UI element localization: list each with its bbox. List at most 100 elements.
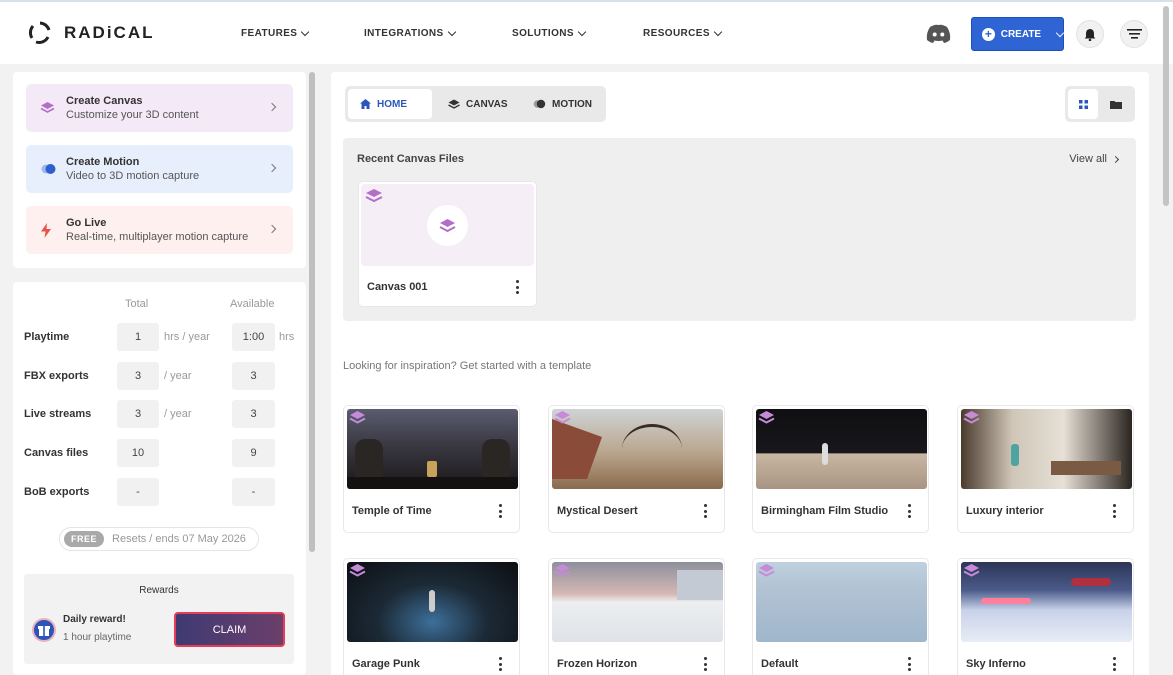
quick-actions-card: Create Canvas Customize your 3D content … (13, 72, 306, 268)
reset-text: Resets / ends 07 May 2026 (112, 533, 246, 545)
chevron-right-icon (1111, 155, 1120, 163)
layers-icon (40, 102, 55, 113)
kebab-menu-icon[interactable] (515, 280, 519, 294)
section-tabs: HOME CANVAS MOTION (345, 86, 606, 122)
template-thumbnail (961, 562, 1132, 642)
quota-unit: / year (164, 408, 192, 420)
tab-home[interactable]: HOME (348, 89, 432, 119)
kebab-menu-icon[interactable] (498, 657, 502, 671)
chevron-down-icon (301, 27, 310, 37)
template-card[interactable]: Garage Punk (343, 558, 520, 675)
canvas-thumbnail (361, 184, 534, 266)
nav-solutions[interactable]: SOLUTIONS (512, 27, 587, 39)
discord-icon[interactable] (926, 24, 951, 43)
quota-available-value: 1:00 (232, 323, 275, 351)
nav-features[interactable]: FEATURES (241, 27, 310, 39)
create-button-label: CREATE (1000, 28, 1042, 40)
recent-title: Recent Canvas Files (357, 153, 464, 165)
quota-total-value: 3 (117, 400, 159, 428)
kebab-menu-icon[interactable] (907, 504, 911, 518)
template-thumbnail (961, 409, 1132, 489)
template-name: Temple of Time (352, 505, 432, 517)
quota-label: Playtime (24, 331, 70, 343)
template-card[interactable]: Sky Inferno (957, 558, 1134, 675)
quota-label: FBX exports (24, 370, 89, 382)
plan-tag: FREE (64, 531, 105, 547)
go-live-action[interactable]: Go Live Real-time, multiplayer motion ca… (26, 206, 293, 254)
create-motion-action[interactable]: Create Motion Video to 3D motion capture (26, 145, 293, 193)
kebab-menu-icon[interactable] (907, 657, 911, 671)
action-subtitle: Real-time, multiplayer motion capture (66, 231, 249, 243)
quota-label: Canvas files (24, 447, 89, 459)
nav-integrations[interactable]: INTEGRATIONS (364, 27, 456, 39)
template-name: Mystical Desert (557, 505, 638, 517)
template-name: Luxury interior (966, 505, 1044, 517)
action-subtitle: Video to 3D motion capture (66, 170, 200, 182)
quota-total-value: - (117, 478, 159, 506)
tab-canvas[interactable]: CANVAS (436, 89, 519, 119)
action-title: Go Live (66, 217, 107, 229)
brand-name: RADiCAL (64, 23, 155, 42)
folder-icon (1110, 100, 1122, 109)
radical-logo-icon (28, 21, 51, 44)
template-card[interactable]: Temple of Time (343, 405, 520, 533)
template-thumbnail (756, 409, 927, 489)
template-thumbnail (552, 409, 723, 489)
bell-icon (1084, 28, 1096, 41)
notifications-button[interactable] (1076, 20, 1104, 48)
folder-view-button[interactable] (1101, 89, 1131, 119)
chevron-down-icon (1055, 28, 1065, 37)
create-button[interactable]: + CREATE (971, 17, 1065, 51)
layers-icon (963, 411, 980, 424)
kebab-menu-icon[interactable] (703, 504, 707, 518)
quota-total-value: 1 (117, 323, 159, 351)
quota-label: Live streams (24, 408, 92, 420)
chevron-right-icon (267, 102, 277, 112)
template-name: Sky Inferno (966, 658, 1026, 670)
tab-label: CANVAS (466, 98, 508, 110)
quota-available-value: - (232, 478, 275, 506)
gift-icon (32, 618, 56, 642)
template-name: Frozen Horizon (557, 658, 638, 670)
template-card[interactable]: Default (752, 558, 929, 675)
template-card[interactable]: Luxury interior (957, 405, 1134, 533)
lightning-icon (41, 222, 51, 238)
menu-button[interactable] (1120, 20, 1148, 48)
inspiration-text: Looking for inspiration? Get started wit… (343, 360, 592, 372)
template-card[interactable]: Mystical Desert (548, 405, 725, 533)
quota-total-header: Total (125, 298, 149, 310)
template-name: Default (761, 658, 799, 670)
daily-reward-subtitle: 1 hour playtime (63, 632, 132, 643)
quota-available-unit: hrs (279, 331, 295, 343)
grid-view-button[interactable] (1068, 89, 1098, 119)
layers-icon (349, 564, 366, 577)
nav-integrations-label: INTEGRATIONS (364, 28, 444, 39)
canvas-file-card[interactable]: Canvas 001 (358, 181, 537, 307)
chevron-down-icon (447, 27, 456, 37)
view-all-label: View all (1069, 153, 1107, 165)
template-card[interactable]: Birmingham Film Studio (752, 405, 929, 533)
nav-resources-label: RESOURCES (643, 28, 710, 39)
kebab-menu-icon[interactable] (1112, 657, 1116, 671)
quota-available-value: 9 (232, 439, 275, 467)
template-card[interactable]: Frozen Horizon (548, 558, 725, 675)
layers-icon (439, 218, 456, 232)
tab-motion[interactable]: MOTION (521, 89, 604, 119)
nav-resources[interactable]: RESOURCES (643, 27, 723, 39)
view-all-link[interactable]: View all (1069, 153, 1120, 165)
view-toggle (1065, 86, 1135, 122)
quota-available-value: 3 (232, 362, 275, 390)
layers-icon (554, 411, 571, 424)
claim-button[interactable]: CLAIM (174, 612, 285, 647)
kebab-menu-icon[interactable] (703, 657, 707, 671)
sidebar-scrollbar[interactable] (309, 72, 315, 552)
layers-icon (963, 564, 980, 577)
brand-logo[interactable]: RADiCAL (28, 21, 155, 45)
action-title: Create Canvas (66, 95, 143, 107)
kebab-menu-icon[interactable] (498, 504, 502, 518)
page-scrollbar[interactable] (1163, 6, 1169, 206)
action-subtitle: Customize your 3D content (66, 109, 199, 121)
create-canvas-action[interactable]: Create Canvas Customize your 3D content (26, 84, 293, 132)
kebab-menu-icon[interactable] (1112, 504, 1116, 518)
layers-icon (365, 189, 383, 203)
